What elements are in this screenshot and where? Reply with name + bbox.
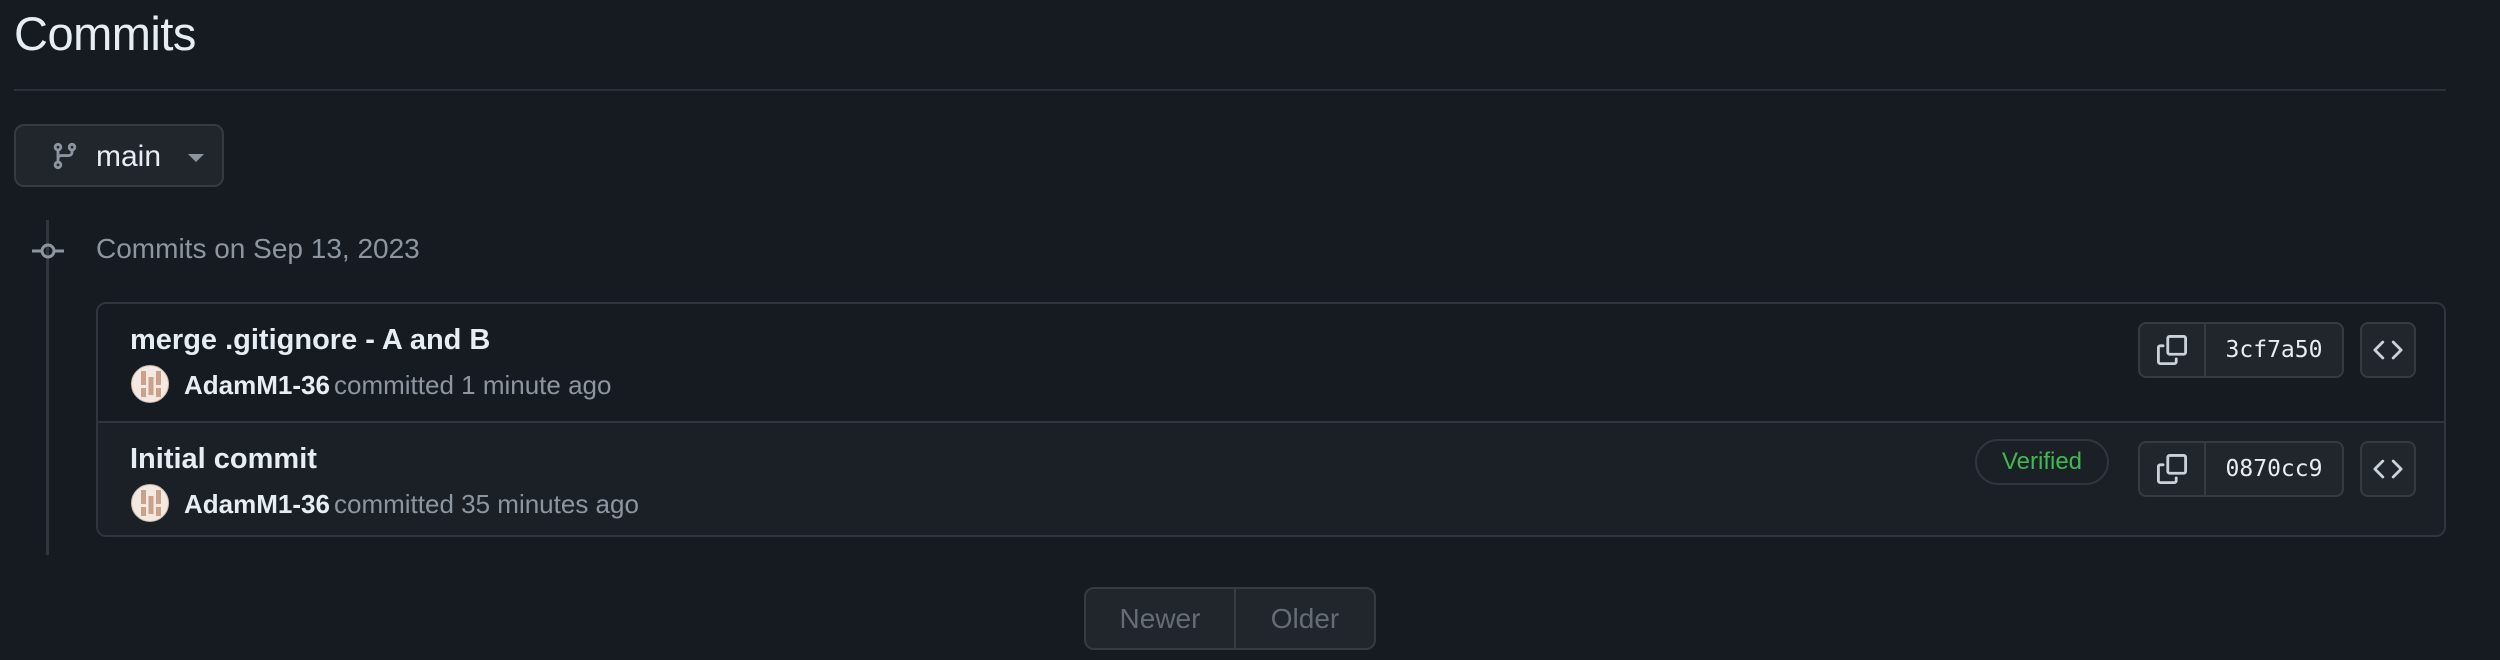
verified-badge[interactable]: Verified <box>1975 439 2109 485</box>
older-button[interactable]: Older <box>1236 589 1374 648</box>
commit-author-link[interactable]: AdamM1-36 <box>184 489 330 520</box>
commit-timestamp: committed 1 minute ago <box>334 370 612 400</box>
browse-repository-button[interactable] <box>2360 322 2416 378</box>
commit-row: merge .gitignore - A and B AdamM1-36 com… <box>98 304 2444 420</box>
commits-date-heading: Commits on Sep 13, 2023 <box>96 233 420 264</box>
page-title: Commits <box>14 7 196 60</box>
commit-title-link[interactable]: Initial commit <box>130 443 317 476</box>
browse-repository-button[interactable] <box>2360 441 2416 497</box>
commit-sha-group: 0870cc9 <box>2138 441 2344 497</box>
commit-author-link[interactable]: AdamM1-36 <box>184 370 330 401</box>
pagination: Newer Older <box>1084 587 1376 650</box>
commit-title-link[interactable]: merge .gitignore - A and B <box>130 324 490 357</box>
avatar[interactable] <box>131 484 169 522</box>
avatar-identicon-icon <box>141 490 161 516</box>
avatar[interactable] <box>131 365 169 403</box>
timeline-line <box>46 220 49 555</box>
commit-sha-link[interactable]: 0870cc9 <box>2206 443 2342 495</box>
commits-page: Commits main Commits on Sep 13, 2023 mer… <box>0 0 2500 660</box>
git-commit-icon <box>32 243 64 259</box>
commit-timestamp: committed 35 minutes ago <box>334 489 639 519</box>
commit-sha-group: 3cf7a50 <box>2138 322 2344 378</box>
code-icon <box>2373 340 2403 360</box>
branch-name: main <box>96 140 162 173</box>
newer-button[interactable]: Newer <box>1086 589 1236 648</box>
branch-selector-button[interactable]: main <box>14 124 224 187</box>
commit-list: merge .gitignore - A and B AdamM1-36 com… <box>96 302 2446 537</box>
copy-sha-button[interactable] <box>2140 443 2206 495</box>
copy-icon <box>2157 335 2187 365</box>
copy-sha-button[interactable] <box>2140 324 2206 376</box>
avatar-identicon-icon <box>141 371 161 397</box>
code-icon <box>2373 459 2403 479</box>
commit-row: Initial commit AdamM1-36 committed 35 mi… <box>98 421 2444 535</box>
title-divider <box>14 89 2446 91</box>
commit-sha-link[interactable]: 3cf7a50 <box>2206 324 2342 376</box>
caret-down-icon <box>188 154 204 162</box>
copy-icon <box>2157 454 2187 484</box>
git-branch-icon <box>53 142 77 170</box>
